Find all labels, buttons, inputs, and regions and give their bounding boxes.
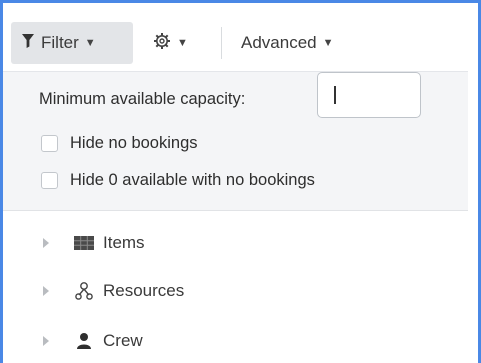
tree-item-label: Crew (103, 331, 143, 350)
advanced-button-label: Advanced (241, 33, 317, 52)
toolbar: Filter ▼ ▼ Advanced ▼ (3, 3, 468, 72)
filter-button-label: Filter (41, 33, 79, 52)
toolbar-divider (221, 27, 222, 59)
expand-arrow-icon[interactable] (43, 336, 49, 346)
tree-item-label: Resources (103, 281, 185, 300)
expand-arrow-icon[interactable] (43, 238, 49, 248)
min-capacity-label: Minimum available capacity: (39, 90, 246, 108)
resource-tree: Items Resources Crew (3, 211, 468, 363)
settings-dropdown-button[interactable]: ▼ (143, 22, 213, 64)
filter-dropdown-button[interactable]: Filter ▼ (11, 22, 133, 64)
filter-funnel-icon (21, 33, 35, 54)
gear-icon (153, 32, 171, 55)
hide-no-bookings-label: Hide no bookings (70, 134, 198, 152)
caret-down-icon: ▼ (322, 37, 334, 49)
hide-no-bookings-option[interactable]: Hide no bookings (41, 134, 198, 153)
min-capacity-input[interactable] (317, 72, 421, 118)
tree-item-label: Items (103, 233, 145, 252)
advanced-dropdown-button[interactable]: Advanced ▼ (231, 22, 371, 64)
filter-panel: Minimum available capacity: Hide no book… (3, 72, 468, 211)
hide-zero-available-checkbox[interactable] (41, 172, 58, 189)
grid-icon (73, 232, 95, 254)
tree-item-resources[interactable]: Resources (3, 269, 468, 313)
tree-item-items[interactable]: Items (3, 221, 468, 265)
person-icon (73, 330, 95, 352)
caret-down-icon: ▼ (84, 37, 96, 49)
hide-zero-available-option[interactable]: Hide 0 available with no bookings (41, 171, 315, 190)
tree-item-crew[interactable]: Crew (3, 319, 468, 363)
resources-icon (73, 280, 95, 302)
hide-zero-available-label: Hide 0 available with no bookings (70, 171, 315, 189)
expand-arrow-icon[interactable] (43, 286, 49, 296)
caret-down-icon: ▼ (177, 37, 188, 49)
hide-no-bookings-checkbox[interactable] (41, 135, 58, 152)
text-cursor (334, 86, 336, 104)
